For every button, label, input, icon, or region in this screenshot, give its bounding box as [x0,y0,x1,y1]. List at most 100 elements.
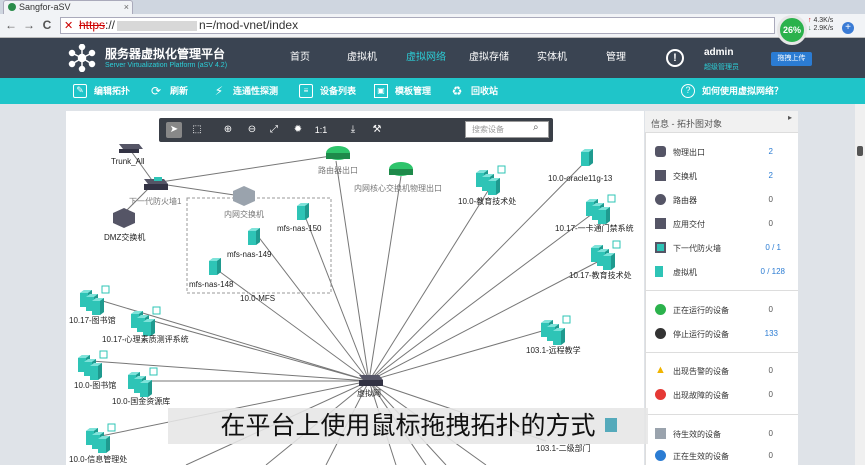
search-icon[interactable]: ⌕ [533,122,539,133]
panel-alert-label: 出现故障的设备 [673,391,729,400]
router-exit-label: 路由器出口 [318,165,358,175]
app-delivery-icon [655,218,666,229]
vmgroup-card-door[interactable]: 10.17-一卡通门禁系统 [555,195,634,233]
net-up: 4.3K/s [813,17,834,24]
how-to-use-link[interactable]: 如何使用虚拟网络？ [702,78,783,104]
vmgroup-edu-tech17[interactable]: 10.17-教育技术处 [569,241,632,280]
panel-alert-value: 0 [768,366,773,375]
panel-alert-label: 出现告警的设备 [673,367,729,376]
panel-divider [645,290,798,291]
vm-nas-150[interactable]: mfs-nas-150 [277,203,322,233]
nav-virtual-network[interactable]: 虚拟网络 [402,38,450,78]
nas149-label: mfs-nas-149 [227,250,272,259]
vmgroup-library10[interactable]: 10.0-图书馆 [74,351,116,390]
nav-home[interactable]: 首页 [282,38,318,78]
zoom-in-icon[interactable]: ⊕ [220,122,236,138]
page-scrollbar[interactable] [855,104,865,465]
reload-icon[interactable]: C [40,18,54,32]
refresh-icon: ⟳ [150,84,162,98]
edu-tech-label: 10.0-教育技术处 [458,196,516,206]
template-manage-button[interactable]: 模板管理 [395,78,431,104]
download-icon[interactable]: ⤓ [345,122,361,138]
layout-tool-icon[interactable]: ⚒ [369,122,385,138]
panel-status-value[interactable]: 133 [738,329,778,338]
panel-row-value[interactable]: 0 / 128 [745,267,785,276]
zoom-out-icon[interactable]: ⊖ [244,122,260,138]
recycle-bin-icon: ♻ [451,84,463,98]
edit-topology-button[interactable]: 编辑拓扑 [94,78,130,104]
vm-nas-148[interactable]: mfs-nas-148 [189,258,234,289]
panel-row-value[interactable]: 2 [733,147,773,156]
settings-bulb-icon[interactable]: ✹ [290,122,306,138]
core-switch-exit-node[interactable]: 内网核心交换机物理出口 [354,162,442,193]
alert-icon[interactable]: ! [666,49,684,67]
panel-row-label: 交换机 [673,172,697,181]
panel-row-label: 物理出口 [673,148,705,157]
nav-virtual-storage[interactable]: 虚拟存储 [465,38,513,78]
select-box-tool-icon[interactable]: ⬚ [189,122,205,138]
url-input[interactable]: ✕ https://n=/mod-vnet/index [60,17,775,34]
browser-tab[interactable]: Sangfor-aSV × [3,0,133,14]
panel-row-label: 应用交付 [673,220,705,229]
router-exit-node[interactable]: 路由器出口 [318,146,358,175]
panel-collapse-icon[interactable]: ▸ [788,113,792,122]
panel-row-label: 路由器 [673,196,697,205]
vm-icon [655,266,663,277]
library17-label: 10.17-图书馆 [69,315,116,325]
vm-nas-149[interactable]: mfs-nas-149 [227,228,272,259]
dmz-switch-label: DMZ交换机 [104,232,145,242]
vmgroup-bottom-left[interactable]: 10.0-信息管理处 [69,424,127,464]
panel-divider [645,414,798,415]
user-name[interactable]: admin [704,47,733,58]
info-panel [645,111,798,465]
zoom-reset-button[interactable]: 1:1 [313,122,329,138]
remote-edu-label: 103.1-远程教学 [526,345,581,355]
scrollbar-thumb[interactable] [857,146,863,156]
library10-label: 10.0-图书馆 [74,380,116,390]
panel-row-value[interactable]: 2 [733,171,773,180]
firewall-label: 下一代防火墙1 [129,196,182,206]
inner-switch-node[interactable]: 内网交换机 [224,186,264,219]
firewall-node[interactable]: 下一代防火墙1 [129,177,182,206]
url-path: n=/mod-vnet/index [199,18,299,32]
mfs-group-label: 10.0-MFS [240,294,275,303]
tab-close-icon[interactable]: × [124,1,129,14]
refresh-button[interactable]: 刷新 [170,78,188,104]
vmgroup-psych[interactable]: 10.17-心理素质测评系统 [102,307,189,344]
device-list-button[interactable]: 设备列表 [320,78,356,104]
panel-alert-value: 0 [768,390,773,399]
panel-status-label: 停止运行的设备 [673,330,729,339]
panel-status-value: 0 [768,305,773,314]
warning-icon: ▲ [655,364,666,376]
forward-icon[interactable]: → [22,18,36,32]
drag-upload-button[interactable]: 拖拽上传 [771,52,812,66]
running-icon [655,304,666,315]
dmz-switch-node[interactable]: DMZ交换机 [104,208,145,242]
cursor-marker [605,418,617,432]
vmgroup-remote-edu[interactable]: 103.1-远程教学 [526,316,581,355]
nav-vm[interactable]: 虚拟机 [342,38,382,78]
psych-label: 10.17-心理素质测评系统 [102,334,189,344]
panel-row-value[interactable]: 0 / 1 [741,243,781,252]
vmgroup-assets[interactable]: 10.0-国金资源库 [112,368,170,406]
extension-plus-icon[interactable]: + [842,22,854,34]
connectivity-probe-button[interactable]: 连通性探测 [233,78,278,104]
back-icon[interactable]: ← [4,18,18,32]
vmgroup-edu-tech[interactable]: 10.0-教育技术处 [458,166,516,206]
switch-icon [655,170,666,181]
fit-screen-icon[interactable]: ⤢ [266,122,282,138]
router-node[interactable]: Trunk_All [111,144,145,166]
pointer-tool-icon[interactable]: ➤ [166,122,182,138]
vmgroup-library17[interactable]: 10.17-图书馆 [69,286,116,325]
nav-manage[interactable]: 管理 [598,38,634,78]
net-down: 2.9K/s [813,25,834,32]
recycle-bin-button[interactable]: 回收站 [471,78,498,104]
nav-physical[interactable]: 实体机 [532,38,572,78]
second-dept-label: 103.1-二级部门 [536,443,591,453]
panel-divider [645,352,798,353]
card-door-label: 10.17-一卡通门禁系统 [555,223,634,233]
panel-row-value: 0 [768,195,773,204]
speed-percent-widget[interactable]: 26% [777,15,807,45]
panel-pending-label: 正在生效的设备 [673,452,729,461]
hub-label: 虚拟网 [357,388,381,398]
